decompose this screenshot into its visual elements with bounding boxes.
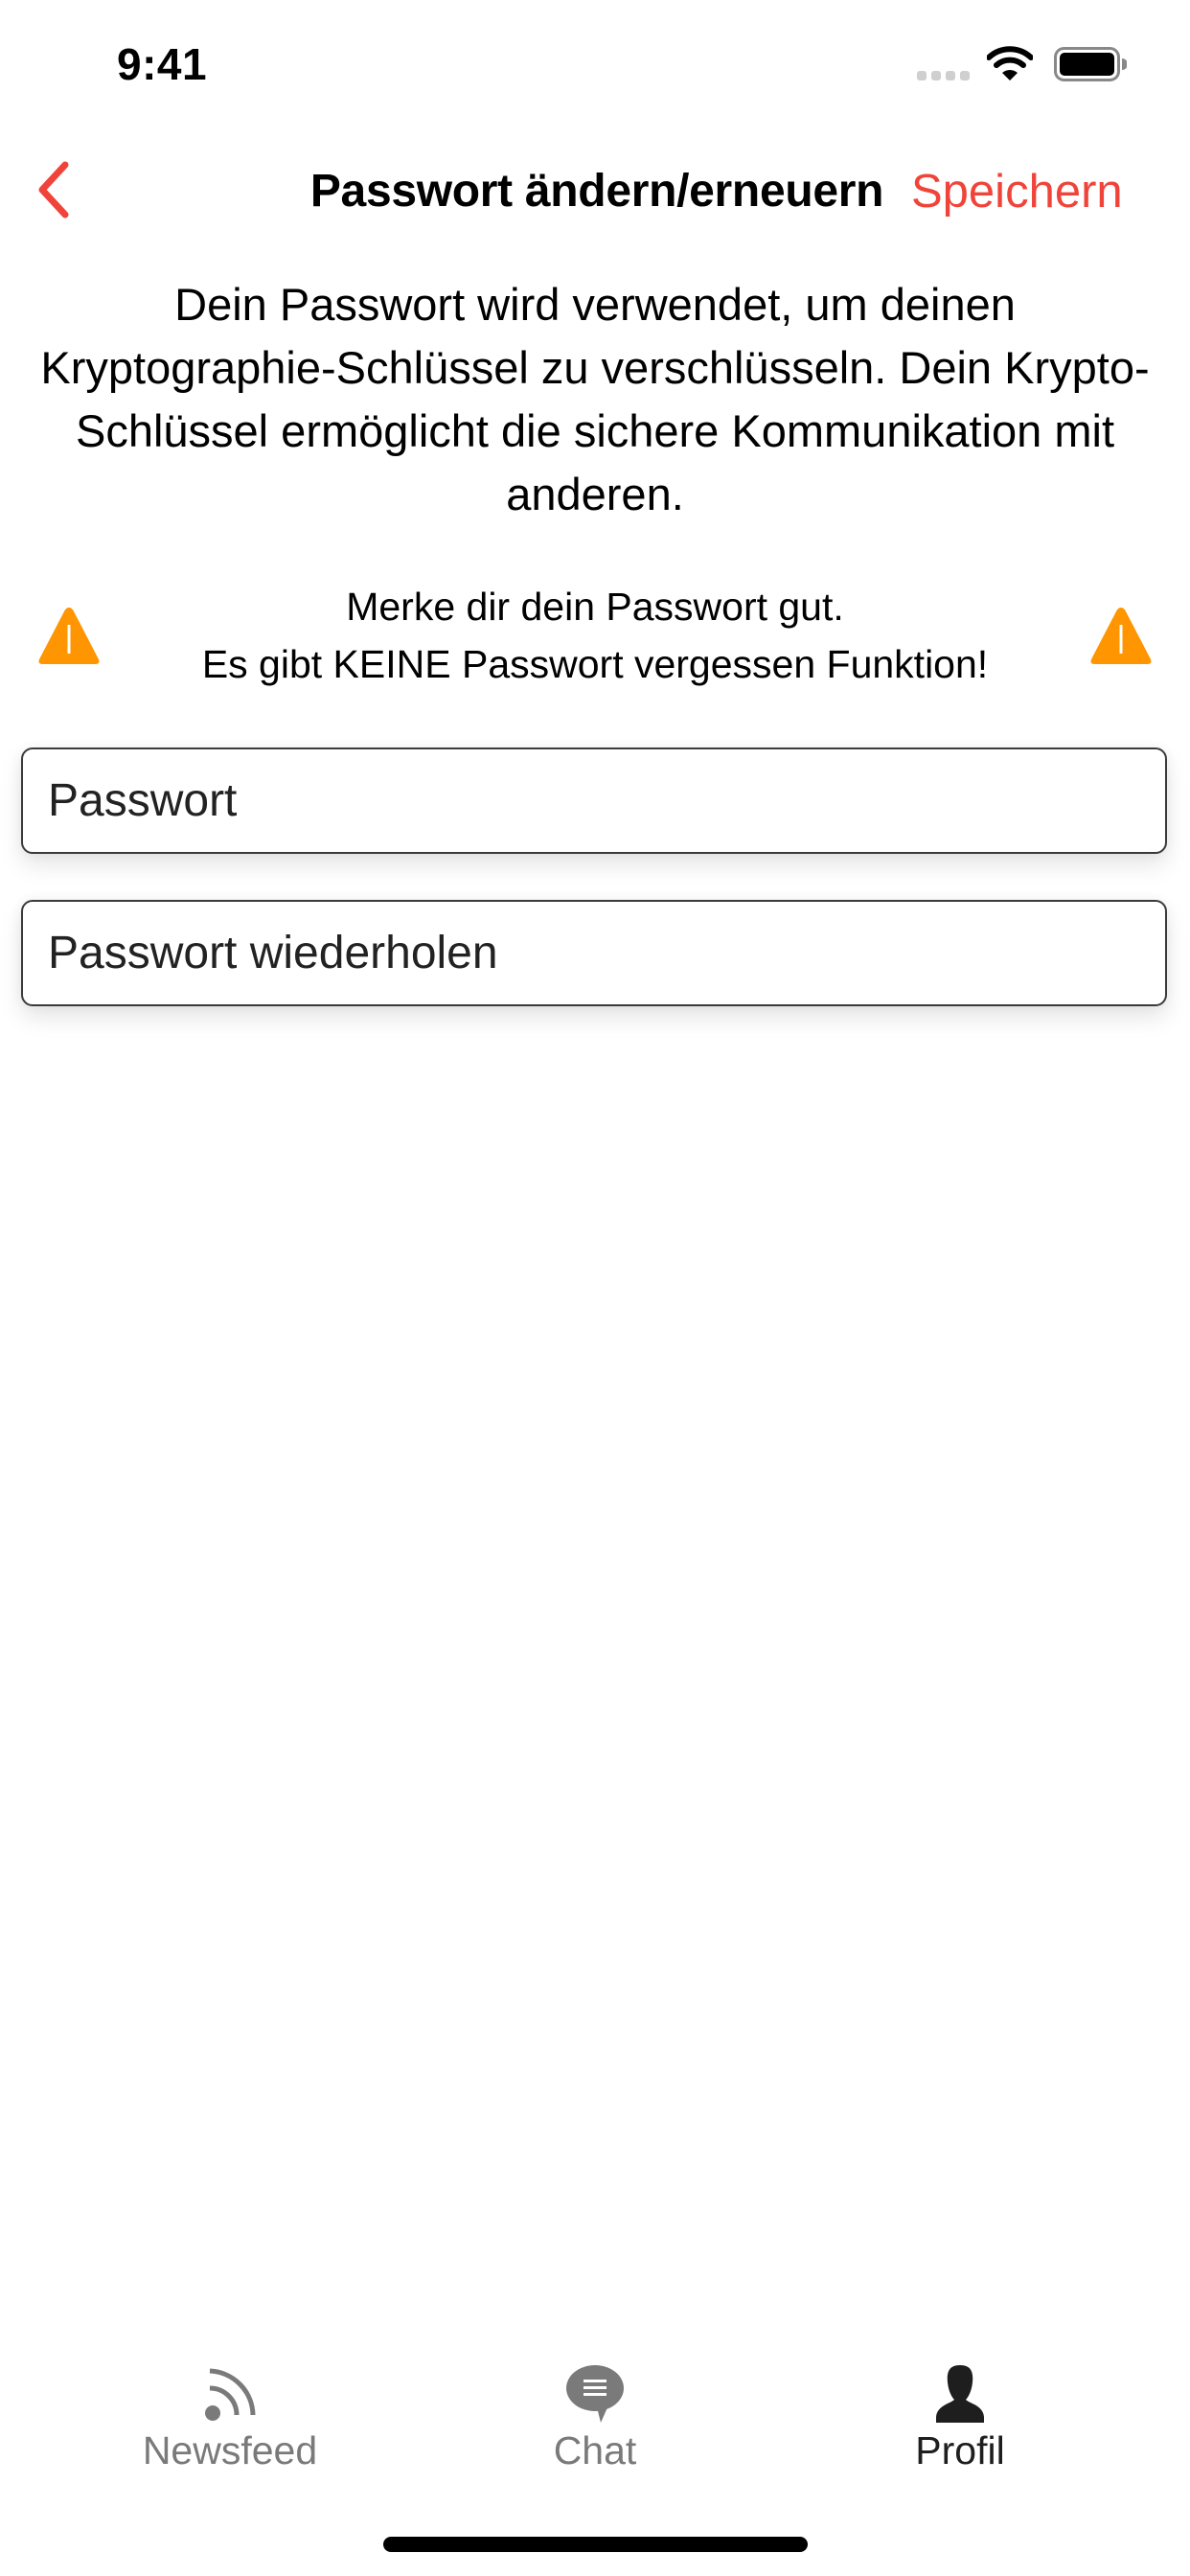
save-button[interactable]: Speichern — [911, 165, 1123, 218]
tab-profil-label: Profil — [915, 2428, 1005, 2472]
status-time: 9:41 — [117, 39, 208, 89]
battery-icon — [1054, 47, 1127, 81]
password-repeat-field-container — [21, 900, 1167, 1006]
warning-line-2: Es gibt KEINE Passwort vergessen Funktio… — [201, 642, 989, 686]
description-text: Dein Passwort wird verwendet, um deinen … — [40, 279, 1150, 519]
password-field-container — [21, 748, 1167, 854]
tab-profil[interactable]: Profil — [816, 2346, 1104, 2473]
home-indicator — [383, 2537, 808, 2552]
warning-triangle-icon — [1090, 608, 1152, 664]
chat-bubble-icon — [566, 2365, 624, 2423]
warning-line-1: Merke dir dein Passwort gut. — [346, 585, 844, 629]
warning-text: Merke dir dein Passwort gut. Es gibt KEI… — [115, 578, 1075, 693]
tab-newsfeed[interactable]: Newsfeed — [86, 2346, 374, 2473]
signal-dots-icon — [917, 71, 970, 80]
person-icon — [936, 2365, 984, 2423]
tab-newsfeed-label: Newsfeed — [142, 2428, 318, 2472]
password-field[interactable] — [23, 749, 1165, 852]
password-repeat-field[interactable] — [23, 902, 1165, 1004]
tab-chat[interactable]: Chat — [451, 2346, 739, 2473]
warning-triangle-icon — [38, 608, 100, 664]
tab-chat-label: Chat — [553, 2428, 637, 2472]
wifi-icon — [987, 46, 1033, 80]
page-title-text: Passwort ändern/erneuern — [309, 166, 884, 217]
rss-feed-icon — [205, 2368, 256, 2421]
